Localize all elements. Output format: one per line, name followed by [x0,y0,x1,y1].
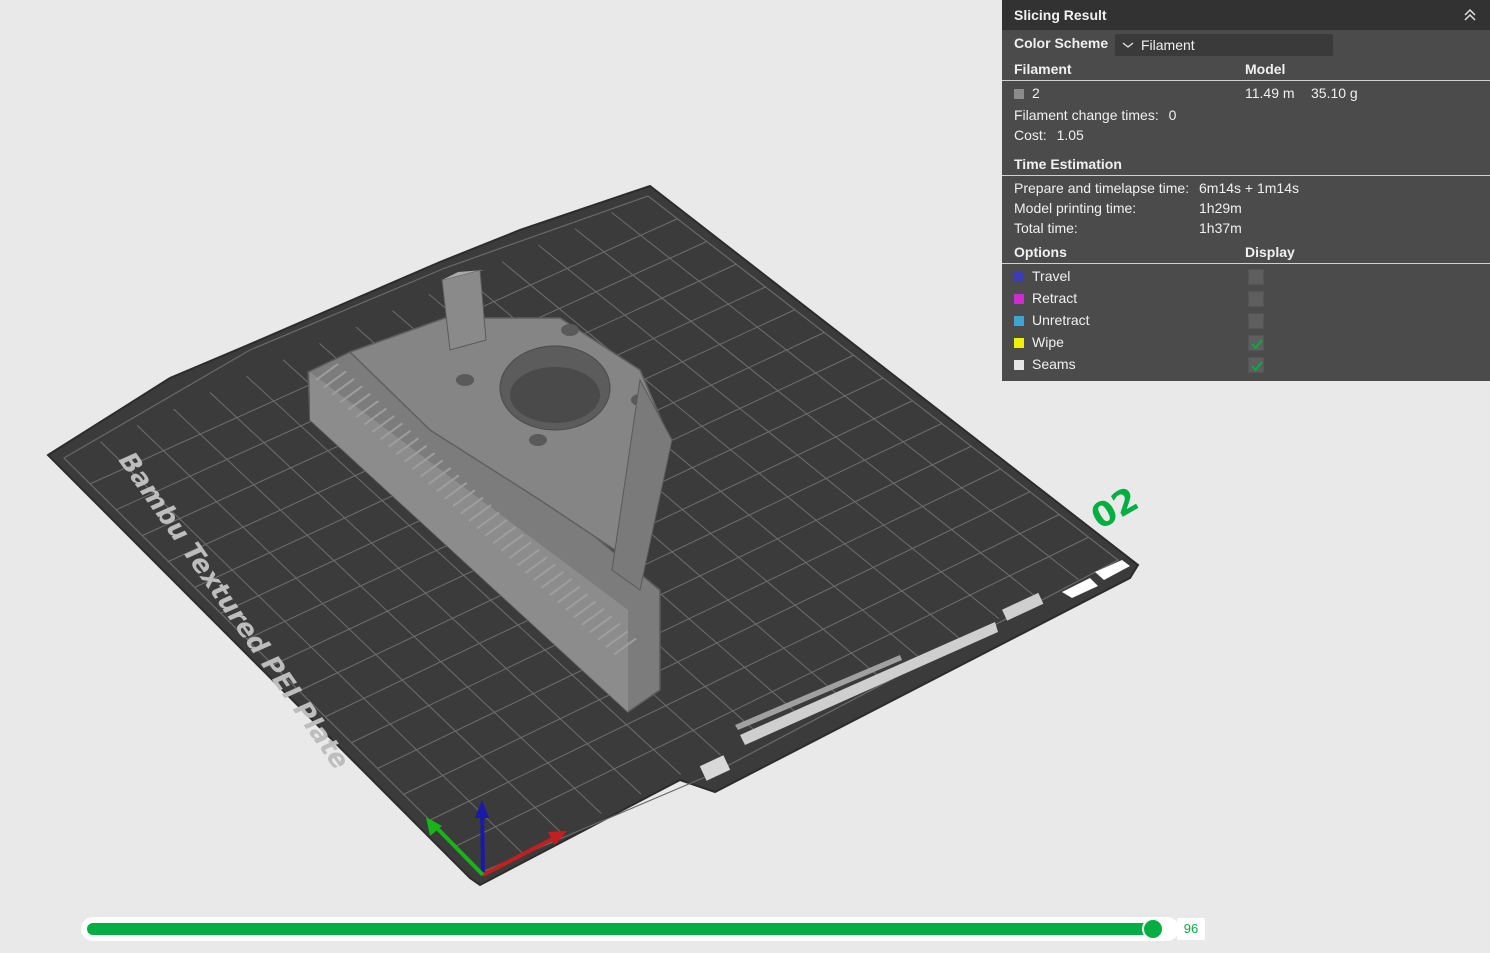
divider [1002,80,1490,81]
option-label: Travel [1032,268,1071,284]
display-checkbox-unretract[interactable] [1248,313,1264,329]
color-scheme-dropdown[interactable]: Filament [1115,34,1333,56]
filament-row: 2 [1014,85,1040,101]
checkmark-icon [1251,339,1263,350]
filament-swatch [1014,89,1024,100]
option-label: Wipe [1032,334,1064,350]
option-swatch [1014,360,1024,371]
display-checkbox-seams[interactable] [1248,357,1264,373]
change-times-label: Filament change times: [1014,107,1159,123]
option-travel: Travel [1014,268,1070,284]
change-times-value: 0 [1168,107,1177,123]
option-seams: Seams [1014,356,1076,372]
option-swatch [1014,316,1024,327]
filament-header: Filament [1014,61,1072,77]
panel-title: Slicing Result [1014,7,1107,23]
prepare-label: Prepare and timelapse time: [1014,180,1190,196]
option-swatch [1014,272,1024,283]
cost-label: Cost: [1014,127,1047,143]
display-checkbox-travel[interactable] [1248,269,1264,285]
total-time-value: 1h37m [1199,220,1242,236]
display-checkbox-wipe[interactable] [1248,335,1264,351]
plate-number: 02 [1085,479,1146,537]
checkmark-icon [1251,361,1263,372]
slicing-result-panel: Slicing Result Color Scheme Filament Fil… [1002,0,1490,381]
option-swatch [1014,338,1024,349]
layer-slider-thumb[interactable] [1142,918,1164,940]
cost-row: Cost: 1.05 [1014,127,1084,143]
option-swatch [1014,294,1024,305]
layer-slider[interactable] [81,917,1179,941]
panel-header: Slicing Result [1002,0,1490,30]
option-label: Unretract [1032,312,1090,328]
layer-slider-track [87,923,1159,935]
cost-value: 1.05 [1056,127,1084,143]
display-header: Display [1245,244,1295,260]
model-time-value: 1h29m [1199,200,1242,216]
display-checkbox-retract[interactable] [1248,291,1264,307]
filament-weight: 35.10 g [1311,85,1358,101]
color-scheme-value: Filament [1141,37,1195,53]
divider [1002,263,1490,264]
change-times-row: Filament change times: 0 [1014,107,1176,123]
total-time-label: Total time: [1014,220,1078,236]
options-header: Options [1014,244,1067,260]
option-unretract: Unretract [1014,312,1090,328]
time-header: Time Estimation [1014,156,1122,172]
chevron-down-icon [1122,42,1134,48]
option-wipe: Wipe [1014,334,1064,350]
filament-length: 11.49 m [1245,85,1295,101]
color-scheme-label: Color Scheme [1014,35,1109,51]
layer-value: 96 [1177,918,1205,940]
option-label: Seams [1032,356,1076,372]
collapse-icon[interactable] [1462,7,1478,23]
model-time-label: Model printing time: [1014,200,1137,216]
prepare-value: 6m14s + 1m14s [1199,180,1299,196]
model-header: Model [1245,61,1286,77]
divider [1002,175,1490,176]
filament-id: 2 [1032,85,1040,101]
option-label: Retract [1032,290,1078,306]
option-retract: Retract [1014,290,1077,306]
